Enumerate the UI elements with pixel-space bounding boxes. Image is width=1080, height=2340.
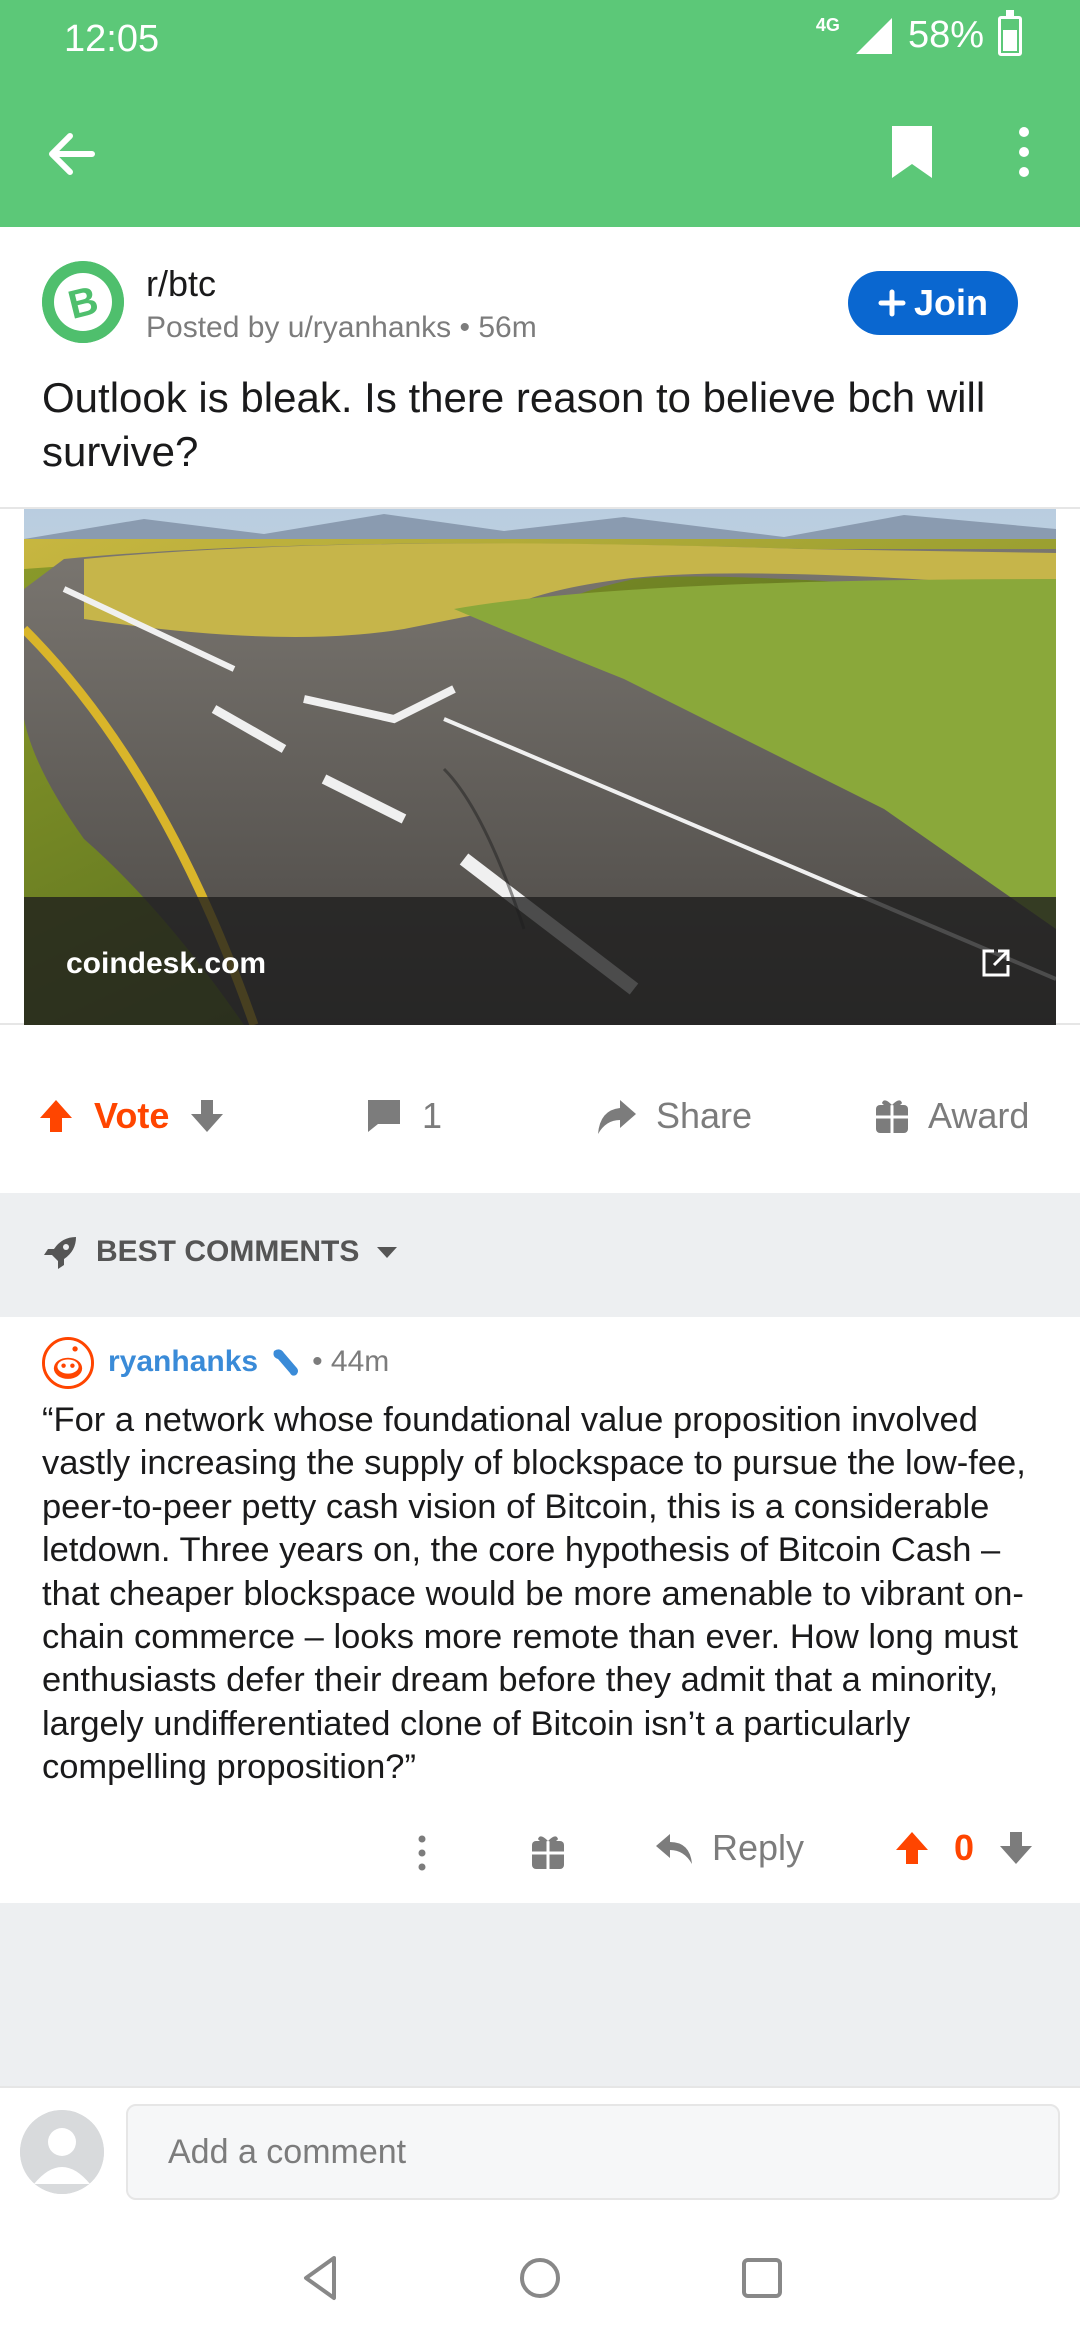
reply-label: Reply bbox=[712, 1827, 805, 1868]
post-meta[interactable]: Posted by u/ryanhanks • 56m bbox=[146, 311, 537, 345]
back-arrow-icon[interactable] bbox=[40, 122, 104, 186]
join-label: Join bbox=[913, 282, 988, 323]
comment-author[interactable]: ryanhanks bbox=[108, 1345, 258, 1379]
status-time: 12:05 bbox=[64, 18, 160, 60]
comment-body: “For a network whose foundational value … bbox=[42, 1401, 1026, 1787]
post-header: B r/btc Posted by u/ryanhanks • 56m Join… bbox=[0, 227, 1080, 507]
system-nav-bar bbox=[0, 2210, 1080, 2340]
reply-button[interactable]: Reply bbox=[654, 1827, 804, 1869]
sort-label: BEST COMMENTS bbox=[96, 1235, 360, 1268]
comment-meta: ryanhanks • 44m bbox=[108, 1345, 389, 1379]
join-button[interactable]: Join bbox=[848, 271, 1018, 335]
comment-actions: Reply 0 bbox=[0, 1817, 1080, 1887]
user-avatar-snoo-icon[interactable] bbox=[42, 1337, 94, 1389]
status-indicators: 4G 58% bbox=[815, 9, 1022, 57]
bookmark-icon[interactable] bbox=[880, 120, 944, 184]
subreddit-name[interactable]: r/btc bbox=[146, 263, 216, 305]
comment-bubble-icon bbox=[368, 1100, 400, 1132]
battery-percent: 58% bbox=[907, 14, 984, 56]
add-comment-input[interactable]: Add a comment bbox=[126, 2104, 1060, 2200]
comments-button[interactable]: 1 bbox=[364, 1095, 442, 1137]
caret-down-icon bbox=[377, 1247, 398, 1258]
signal-icon bbox=[855, 17, 892, 54]
comment-count: 1 bbox=[422, 1095, 443, 1136]
downvote-arrow-icon[interactable] bbox=[996, 1828, 1036, 1868]
award-button[interactable]: Award bbox=[874, 1095, 1029, 1137]
battery-icon bbox=[998, 9, 1022, 56]
current-user-avatar-icon[interactable] bbox=[20, 2110, 104, 2194]
more-vertical-icon[interactable] bbox=[1000, 120, 1048, 184]
upvote-arrow-icon[interactable] bbox=[36, 1096, 76, 1136]
plus-icon bbox=[878, 289, 906, 317]
subreddit-avatar-bitcoin-icon[interactable]: B bbox=[42, 261, 124, 343]
gift-award-icon[interactable] bbox=[530, 1831, 566, 1871]
comment-composer: Add a comment bbox=[0, 2086, 1080, 2210]
reply-arrow-icon bbox=[656, 1834, 692, 1864]
share-arrow-icon bbox=[598, 1100, 636, 1134]
nav-recents-icon[interactable] bbox=[734, 2250, 790, 2306]
sort-dropdown[interactable]: BEST COMMENTS bbox=[42, 1233, 399, 1271]
award-label: Award bbox=[928, 1095, 1030, 1136]
nav-home-icon[interactable] bbox=[512, 2250, 568, 2306]
vote-label: Vote bbox=[94, 1095, 170, 1136]
wrench-flair-icon bbox=[273, 1349, 299, 1376]
link-preview-card[interactable]: coindesk.com bbox=[0, 507, 1080, 1025]
nav-back-icon[interactable] bbox=[294, 2250, 350, 2306]
gift-award-icon bbox=[876, 1100, 908, 1133]
more-vertical-icon[interactable] bbox=[410, 1831, 434, 1875]
downvote-arrow-icon[interactable] bbox=[187, 1096, 227, 1136]
post-title: Outlook is bleak. Is there reason to bel… bbox=[42, 374, 986, 475]
comment-vote-control: 0 bbox=[892, 1827, 1036, 1869]
share-label: Share bbox=[656, 1095, 753, 1136]
comment-score: 0 bbox=[954, 1827, 975, 1868]
network-type: 4G bbox=[815, 15, 840, 35]
comment: ryanhanks • 44m “For a network whose fou… bbox=[0, 1317, 1080, 1903]
share-button[interactable]: Share bbox=[596, 1095, 752, 1137]
upvote-arrow-icon[interactable] bbox=[892, 1828, 932, 1868]
link-domain: coindesk.com bbox=[66, 947, 267, 980]
app-header: 12:05 4G 58% bbox=[0, 0, 1080, 227]
comment-age: • 44m bbox=[312, 1345, 390, 1378]
empty-comment-area bbox=[0, 1903, 1080, 2086]
external-link-icon bbox=[982, 949, 1010, 977]
vote-control: Vote bbox=[36, 1095, 227, 1137]
post-action-bar: Vote 1 Share Award bbox=[0, 1025, 1080, 1193]
link-caption[interactable]: coindesk.com bbox=[24, 897, 1056, 1025]
comment-sort-bar: BEST COMMENTS bbox=[0, 1193, 1080, 1317]
rocket-icon bbox=[44, 1237, 76, 1269]
